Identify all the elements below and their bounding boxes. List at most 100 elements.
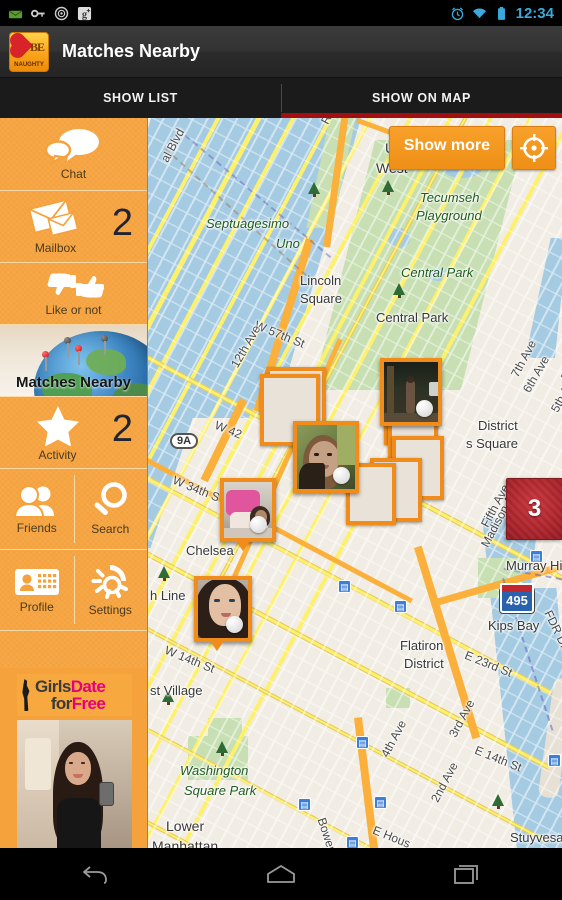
promo-banner-girlsdateforfree[interactable]: GirlsDate forFree	[0, 668, 147, 848]
sidebar-item-like-or-not-label: Like or not	[45, 302, 102, 317]
tab-show-on-map[interactable]: SHOW ON MAP	[281, 78, 562, 118]
recording-icon	[54, 6, 69, 20]
map-label: Uno	[276, 236, 300, 251]
transit-station-icon: ▤	[338, 580, 351, 593]
sidebar-item-search[interactable]: Search	[73, 469, 148, 549]
google-plus-icon: g	[77, 6, 92, 20]
my-location-button[interactable]	[512, 126, 556, 170]
map-pin-red-2	[75, 345, 82, 365]
sidebar-item-mailbox-label: Mailbox	[34, 240, 77, 255]
transit-station-icon: ▤	[346, 836, 359, 848]
sidebar-item-matches-nearby[interactable]: Matches Nearby	[0, 325, 147, 397]
tree-icon	[492, 794, 504, 809]
map-label: Stuyvesant	[510, 830, 562, 845]
sidebar-item-chat[interactable]: Chat	[0, 118, 147, 191]
android-navigation-bar	[0, 848, 562, 900]
photo-marker[interactable]	[194, 576, 252, 651]
promo-line1: GirlsDate	[35, 678, 106, 695]
back-button[interactable]	[49, 854, 139, 894]
interstate-495-shield: 495	[500, 583, 534, 613]
content-area: Chat Mailbox 2 Like or not Matches Nearb…	[0, 118, 562, 848]
page-title: Matches Nearby	[62, 41, 201, 61]
transit-station-icon: ▤	[298, 798, 311, 811]
thumbs-up-down-icon	[47, 273, 104, 297]
sidebar-item-friends[interactable]: Friends	[0, 469, 74, 549]
transit-station-icon: ▤	[548, 754, 561, 767]
photo-marker[interactable]	[220, 478, 276, 551]
map-label: District	[404, 656, 444, 671]
transit-station-icon: ▤	[356, 736, 369, 749]
photo-marker-dot	[416, 400, 433, 417]
show-more-button[interactable]: Show more	[388, 126, 505, 170]
chat-bubbles-icon	[44, 129, 99, 165]
mailbox-badge: 2	[111, 201, 133, 244]
map-label: District	[478, 418, 518, 433]
sidebar-item-profile-label: Profile	[19, 600, 54, 614]
transit-station-icon: ▤	[374, 796, 387, 809]
logo-be-text: BE	[29, 39, 45, 54]
map-label: s Square	[466, 436, 519, 451]
home-icon	[267, 865, 295, 883]
photo-marker-dot	[226, 616, 243, 633]
alarm-icon	[451, 6, 463, 20]
benaughty-logo: BE NAUGHTY	[9, 31, 49, 72]
tree-icon	[216, 741, 228, 756]
sidebar-item-activity-label: Activity	[38, 447, 77, 462]
map-label: Lower	[166, 818, 205, 834]
map-label: Square	[300, 291, 342, 306]
sidebar-item-settings[interactable]: Settings	[73, 550, 148, 630]
map-label: Chelsea	[186, 543, 234, 558]
map-controls: Show more	[388, 126, 556, 170]
wifi-icon	[472, 7, 486, 18]
status-bar-clock: 12:34	[515, 4, 554, 22]
people-icon	[13, 485, 54, 518]
sidebar-nav: Chat Mailbox 2 Like or not Matches Nearb…	[0, 118, 148, 848]
promo-free-text: Free	[71, 694, 106, 713]
sidebar-item-friends-label: Friends	[16, 521, 57, 535]
map-label: Lincoln	[300, 273, 342, 288]
recents-button[interactable]	[423, 854, 513, 894]
sidebar-item-profile[interactable]: Profile	[0, 550, 74, 630]
tree-icon	[393, 283, 405, 298]
map-pin-gray-1	[64, 337, 71, 357]
status-bar-left-icons: g	[0, 6, 92, 21]
sidebar-item-activity[interactable]: Activity 2	[0, 397, 147, 469]
sidebar-row-profile-settings: Profile Settings	[0, 550, 147, 631]
sidebar-row-friends-search: Friends Search	[0, 469, 147, 550]
sidebar-item-matches-nearby-label: Matches Nearby	[15, 374, 132, 391]
status-bar: g 12:34	[0, 0, 562, 26]
tab-show-list-label: SHOW LIST	[103, 91, 178, 105]
photo-marker-pointer	[208, 638, 226, 651]
magnifier-icon	[94, 482, 128, 515]
tab-bar: SHOW LIST SHOW ON MAP	[0, 78, 562, 118]
cluster-count-badge[interactable]: 3	[506, 478, 562, 540]
promo-line2: forFree	[35, 694, 106, 713]
photo-marker[interactable]	[293, 421, 359, 493]
photo-marker-dot	[333, 467, 350, 484]
envelopes-icon	[27, 198, 78, 236]
tree-icon	[308, 182, 320, 197]
photo-marker[interactable]	[380, 358, 442, 426]
map-label: Kips Bay	[488, 618, 540, 633]
map-label: Central Park	[401, 265, 474, 280]
route-shield: 9A	[170, 433, 199, 449]
sidebar-item-search-label: Search	[91, 522, 130, 536]
map-label: st Village	[150, 683, 203, 698]
promo-photo	[17, 720, 132, 848]
sidebar-item-settings-label: Settings	[88, 603, 132, 617]
recents-icon	[454, 865, 479, 884]
map-view[interactable]: ▤ ▤ ▤ ▤ ▤ ▤ ▤ ▤ al Blvd Ri Septuagesimo Uno…	[148, 118, 562, 848]
sidebar-item-like-or-not[interactable]: Like or not	[0, 263, 147, 325]
promo-for-text: for	[50, 694, 72, 713]
map-label: Flatiron	[400, 638, 444, 653]
sidebar-item-mailbox[interactable]: Mailbox 2	[0, 191, 147, 263]
photo-marker-dot	[250, 516, 267, 533]
sidebar-item-chat-label: Chat	[60, 167, 87, 181]
transit-station-icon: ▤	[394, 600, 407, 613]
email-icon	[8, 10, 23, 18]
tab-show-list[interactable]: SHOW LIST	[0, 78, 281, 118]
map-pin-red-1	[42, 351, 49, 371]
home-button[interactable]	[236, 854, 326, 894]
tree-icon	[382, 180, 394, 195]
promo-logo: GirlsDate forFree	[17, 674, 132, 716]
